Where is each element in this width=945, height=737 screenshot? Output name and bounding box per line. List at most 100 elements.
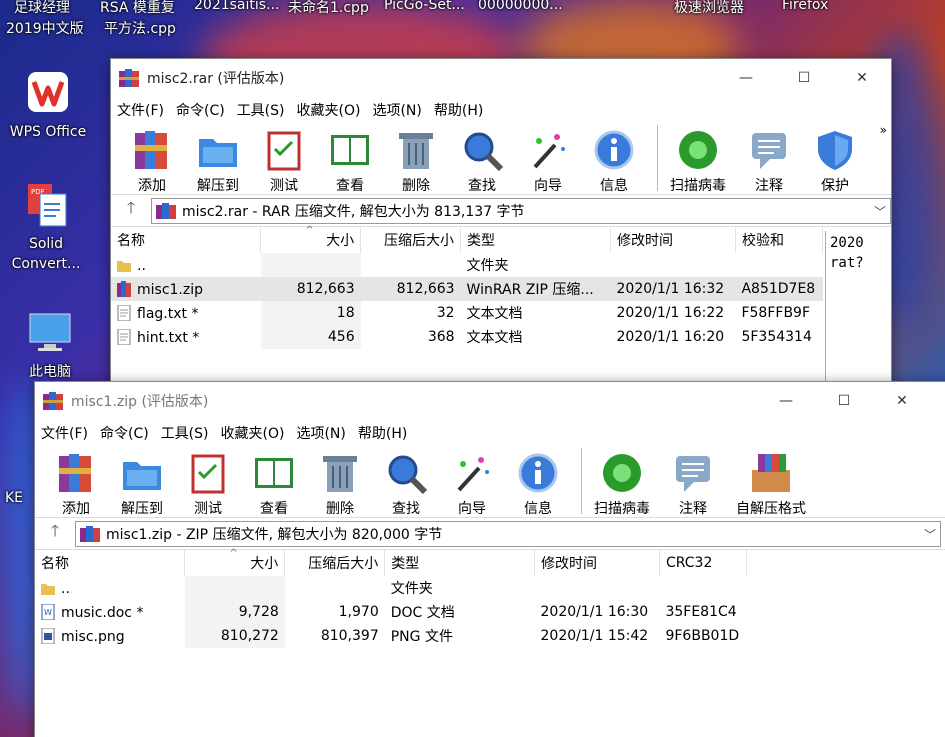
menu-command[interactable]: 命令(C) bbox=[100, 423, 149, 443]
column-header-packed[interactable]: 压缩后大小 bbox=[284, 550, 386, 576]
desktop-label[interactable]: PicGo-Set... bbox=[384, 0, 465, 13]
desktop-icon-wps[interactable]: WPS Office bbox=[0, 68, 96, 142]
menu-options[interactable]: 选项(N) bbox=[372, 100, 421, 120]
close-button[interactable]: ✕ bbox=[833, 59, 891, 97]
column-header-size[interactable]: ^ 大小 bbox=[260, 225, 362, 253]
column-header-name[interactable]: 名称 bbox=[111, 227, 262, 253]
table-row[interactable]: .. 文件夹 bbox=[111, 253, 823, 277]
winrar-window-misc2[interactable]: misc2.rar (评估版本) — ☐ ✕ 文件(F) 命令(C) 工具(S)… bbox=[110, 58, 892, 388]
comment-line: 2020 bbox=[830, 235, 864, 251]
minimize-button[interactable]: — bbox=[757, 382, 815, 420]
column-header-modified[interactable]: 修改时间 bbox=[610, 227, 736, 253]
find-button[interactable]: 查找 bbox=[383, 446, 429, 518]
desktop-label[interactable]: 00000000... bbox=[478, 0, 563, 13]
magic-wand-icon bbox=[457, 457, 489, 492]
desktop-label[interactable]: 平方法.cpp bbox=[104, 18, 176, 38]
chevron-down-icon[interactable]: ﹀ bbox=[924, 526, 936, 543]
chevron-down-icon[interactable]: ﹀ bbox=[874, 203, 886, 220]
desktop-icon-solid-converter[interactable]: PDF Solid Convert... bbox=[0, 180, 94, 274]
close-button[interactable]: ✕ bbox=[873, 382, 931, 420]
desktop-icon-label: WPS Office bbox=[9, 124, 87, 140]
view-button[interactable]: 查看 bbox=[327, 123, 373, 195]
info-button[interactable]: 信息 bbox=[591, 123, 637, 195]
menu-favorites[interactable]: 收藏夹(O) bbox=[297, 100, 361, 120]
toolbar-separator bbox=[657, 125, 658, 191]
column-header-crc32[interactable]: CRC32 bbox=[659, 550, 748, 576]
up-arrow-icon[interactable]: 🡑 bbox=[111, 197, 151, 224]
scan-virus-button[interactable]: 扫描病毒 bbox=[594, 446, 650, 518]
table-row[interactable]: Wmusic.doc * 9,728 1,970 DOC 文档 2020/1/1… bbox=[35, 600, 747, 624]
book-icon bbox=[331, 135, 369, 165]
clipboard-check-icon bbox=[267, 131, 301, 171]
column-header-name[interactable]: 名称 bbox=[35, 550, 186, 576]
column-header-packed[interactable]: 压缩后大小 bbox=[360, 227, 462, 253]
comment-button[interactable]: 注释 bbox=[746, 123, 792, 195]
delete-button[interactable]: 删除 bbox=[317, 446, 363, 518]
desktop-label[interactable]: Firefox bbox=[782, 0, 828, 13]
table-row[interactable]: hint.txt * 456 368 文本文档 2020/1/1 16:20 5… bbox=[111, 325, 823, 349]
view-button[interactable]: 查看 bbox=[251, 446, 297, 518]
protect-button[interactable]: 保护 bbox=[812, 123, 858, 195]
maximize-button[interactable]: ☐ bbox=[815, 382, 873, 420]
desktop-label[interactable]: 2019中文版 bbox=[6, 18, 84, 38]
text-file-icon bbox=[117, 304, 131, 321]
add-archive-icon bbox=[135, 131, 167, 169]
maximize-button[interactable]: ☐ bbox=[775, 59, 833, 97]
delete-button[interactable]: 删除 bbox=[393, 123, 439, 195]
desktop-label[interactable]: RSA 模重复 bbox=[100, 0, 175, 17]
info-button[interactable]: 信息 bbox=[515, 446, 561, 518]
wizard-button[interactable]: 向导 bbox=[525, 123, 571, 195]
up-arrow-icon[interactable]: 🡑 bbox=[35, 520, 75, 547]
sfx-button[interactable]: 自解压格式 bbox=[736, 446, 806, 518]
scan-virus-button[interactable]: 扫描病毒 bbox=[670, 123, 726, 195]
test-button[interactable]: 测试 bbox=[261, 123, 307, 195]
column-header-type[interactable]: 类型 bbox=[460, 227, 611, 253]
desktop-icon-computer[interactable]: 此电脑 bbox=[2, 308, 98, 382]
image-file-icon bbox=[41, 627, 55, 644]
wizard-button[interactable]: 向导 bbox=[449, 446, 495, 518]
desktop-icon-label: Solid Convert... bbox=[11, 236, 81, 272]
column-header-size[interactable]: ^ 大小 bbox=[184, 548, 286, 576]
add-button[interactable]: 添加 bbox=[129, 123, 175, 195]
menu-command[interactable]: 命令(C) bbox=[176, 100, 225, 120]
column-header-modified[interactable]: 修改时间 bbox=[534, 550, 660, 576]
toolbar: 添加 解压到 测试 查看 删除 查找 向导 信息 扫描病毒 注释 自解压格式 bbox=[35, 446, 945, 518]
pdf-converter-icon: PDF bbox=[28, 184, 67, 227]
desktop-label[interactable]: 2021saitis... bbox=[194, 0, 279, 13]
menu-tools[interactable]: 工具(S) bbox=[161, 423, 209, 443]
toolbar-overflow-icon[interactable]: » bbox=[880, 123, 887, 137]
comment-button[interactable]: 注释 bbox=[670, 446, 716, 518]
table-row[interactable]: flag.txt * 18 32 文本文档 2020/1/1 16:22 F58… bbox=[111, 301, 823, 325]
sort-ascending-icon: ^ bbox=[305, 225, 314, 236]
menu-tools[interactable]: 工具(S) bbox=[237, 100, 285, 120]
address-bar: 🡑 misc1.zip - ZIP 压缩文件, 解包大小为 820,000 字节… bbox=[35, 518, 945, 550]
address-field[interactable]: misc1.zip - ZIP 压缩文件, 解包大小为 820,000 字节 ﹀ bbox=[75, 520, 941, 547]
virus-scan-icon bbox=[679, 131, 717, 169]
computer-icon bbox=[29, 313, 71, 351]
desktop-label[interactable]: 未命名1.cpp bbox=[288, 0, 369, 17]
test-button[interactable]: 测试 bbox=[185, 446, 231, 518]
menu-help[interactable]: 帮助(H) bbox=[358, 423, 407, 443]
menu-file[interactable]: 文件(F) bbox=[41, 423, 88, 443]
desktop-label[interactable]: 极速浏览器 bbox=[674, 0, 744, 17]
menu-favorites[interactable]: 收藏夹(O) bbox=[221, 423, 285, 443]
minimize-button[interactable]: — bbox=[717, 59, 775, 97]
find-button[interactable]: 查找 bbox=[459, 123, 505, 195]
extract-to-button[interactable]: 解压到 bbox=[195, 123, 241, 195]
column-header-checksum[interactable]: 校验和 bbox=[735, 227, 824, 253]
table-row[interactable]: .. 文件夹 bbox=[35, 576, 747, 600]
menu-file[interactable]: 文件(F) bbox=[117, 100, 164, 120]
table-row[interactable]: misc.png 810,272 810,397 PNG 文件 2020/1/1… bbox=[35, 624, 747, 648]
winrar-window-misc1[interactable]: misc1.zip (评估版本) — ☐ ✕ 文件(F) 命令(C) 工具(S)… bbox=[34, 381, 945, 737]
archive-comment-pane[interactable]: 2020 rat? bbox=[825, 231, 891, 381]
menu-help[interactable]: 帮助(H) bbox=[434, 100, 483, 120]
add-button[interactable]: 添加 bbox=[53, 446, 99, 518]
desktop-label[interactable]: 足球经理 bbox=[14, 0, 70, 17]
address-bar: 🡑 misc2.rar - RAR 压缩文件, 解包大小为 813,137 字节… bbox=[111, 195, 891, 227]
table-row[interactable]: misc1.zip 812,663 812,663 WinRAR ZIP 压缩.… bbox=[111, 277, 823, 301]
address-field[interactable]: misc2.rar - RAR 压缩文件, 解包大小为 813,137 字节 ﹀ bbox=[151, 197, 891, 224]
extract-to-button[interactable]: 解压到 bbox=[119, 446, 165, 518]
column-header-type[interactable]: 类型 bbox=[384, 550, 535, 576]
info-icon bbox=[594, 130, 634, 170]
menu-options[interactable]: 选项(N) bbox=[296, 423, 345, 443]
